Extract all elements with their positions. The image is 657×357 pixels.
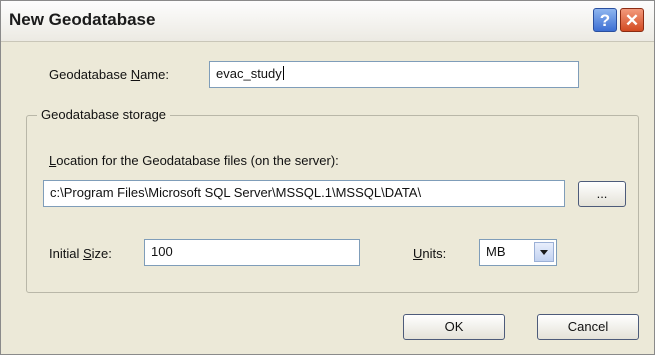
chevron-down-icon[interactable] xyxy=(534,242,554,262)
cancel-button[interactable]: Cancel xyxy=(537,314,639,340)
location-input[interactable]: c:\Program Files\Microsoft SQL Server\MS… xyxy=(43,180,565,207)
close-icon: ✕ xyxy=(624,11,640,30)
units-label: Units: xyxy=(413,246,447,261)
help-icon: ? xyxy=(599,11,611,30)
initial-size-label: Initial Size: xyxy=(49,246,112,261)
units-selected-value: MB xyxy=(486,244,506,259)
new-geodatabase-dialog: New Geodatabase ? ✕ Geodatabase Name: ev… xyxy=(0,0,655,355)
geodatabase-name-input[interactable]: evac_study xyxy=(209,61,579,88)
location-label: Location for the Geodatabase files (on t… xyxy=(49,153,339,168)
geodatabase-name-label: Geodatabase Name: xyxy=(49,67,169,82)
ok-button[interactable]: OK xyxy=(403,314,505,340)
help-button[interactable]: ? xyxy=(593,8,617,32)
geodatabase-storage-title: Geodatabase storage xyxy=(37,107,171,122)
browse-button[interactable]: ... xyxy=(578,181,626,207)
dialog-title: New Geodatabase xyxy=(9,10,156,29)
units-select[interactable]: MB xyxy=(479,239,557,266)
text-caret xyxy=(282,66,284,80)
title-bar[interactable]: New Geodatabase ? ✕ xyxy=(1,1,654,42)
initial-size-input[interactable]: 100 xyxy=(144,239,360,266)
close-button[interactable]: ✕ xyxy=(620,8,644,32)
